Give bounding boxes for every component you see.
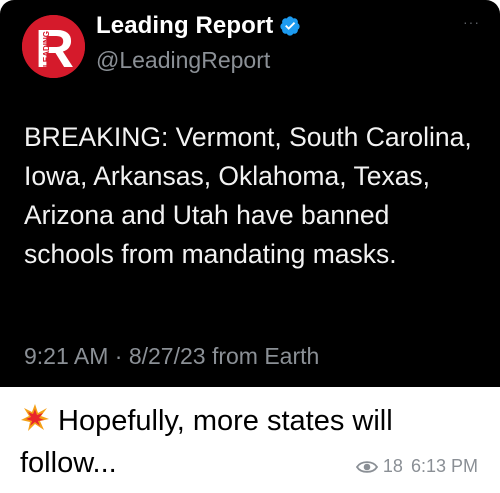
logo-letter: R	[35, 19, 74, 78]
author-handle[interactable]: @LeadingReport	[96, 47, 270, 74]
message-bubble: R LEADING Leading Report @LeadingReport …	[0, 0, 500, 493]
more-dots-icon[interactable]: ···	[463, 14, 480, 30]
view-count: 18	[382, 456, 403, 476]
tweet-timestamp: 9:21 AM · 8/27/23 from Earth	[24, 343, 320, 369]
verified-badge-icon	[279, 15, 301, 37]
author-display-name[interactable]: Leading Report	[96, 12, 273, 40]
tweet-screenshot[interactable]: R LEADING Leading Report @LeadingReport …	[0, 0, 500, 387]
logo-side-text: LEADING	[42, 31, 51, 67]
tweet-text: BREAKING: Vermont, South Carolina, Iowa,…	[24, 122, 472, 269]
leading-report-logo: R LEADING	[22, 15, 85, 78]
collision-icon	[20, 403, 50, 433]
eye-icon	[355, 459, 378, 475]
message-time: 6:13 PM	[410, 456, 478, 476]
author-row[interactable]: Leading Report	[96, 12, 301, 40]
message-meta: 18 6:13 PM	[355, 456, 478, 477]
caption-text: Hopefully, more states will follow...	[20, 405, 393, 479]
